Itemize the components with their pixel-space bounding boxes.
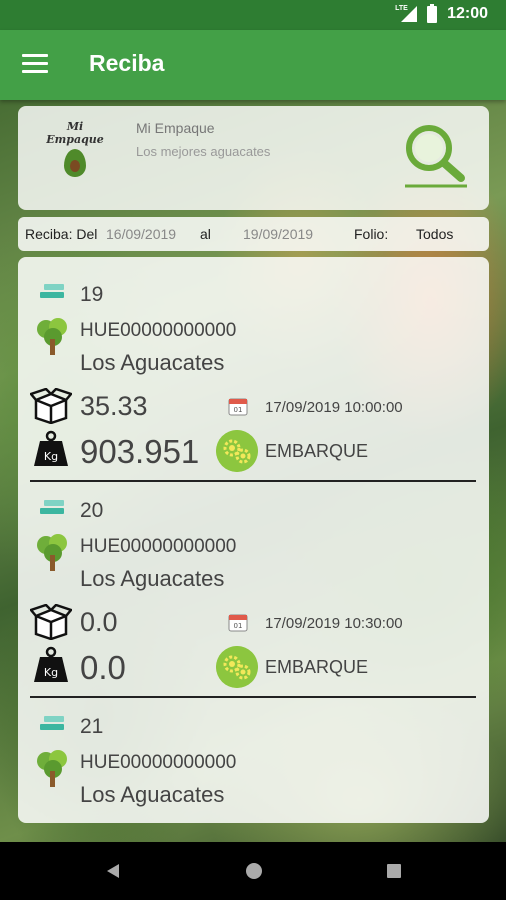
system-navigation-bar: [0, 842, 506, 900]
filter-al-label: al: [200, 226, 211, 242]
tree-icon: [37, 750, 67, 787]
back-icon[interactable]: [107, 864, 119, 878]
folio-number: 19: [80, 283, 104, 306]
recent-apps-icon[interactable]: [387, 864, 401, 878]
company-header-card: Mi Empaque Mi Empaque Los mejores aguaca…: [18, 106, 489, 210]
weight-kg-icon: Kg: [34, 646, 68, 682]
weight-value: 0.0: [80, 649, 126, 686]
divider: [30, 480, 476, 482]
box-icon: [30, 604, 72, 640]
hamburger-menu-icon[interactable]: [22, 54, 48, 74]
magnifier-icon[interactable]: [401, 120, 471, 190]
calendar-icon: 01: [228, 398, 248, 416]
calendar-icon: 01: [228, 614, 248, 632]
producer-code: HUE00000000000: [80, 536, 237, 557]
divider: [30, 696, 476, 698]
orchard-name: Los Aguacates: [80, 566, 225, 591]
avocado-icon: [64, 149, 86, 177]
company-slogan: Los mejores aguacates: [136, 144, 271, 159]
reception-datetime: 17/09/2019 10:30:00: [265, 615, 403, 632]
status-label: EMBARQUE: [265, 657, 369, 677]
gears-icon[interactable]: [216, 646, 258, 688]
stack-icon: [40, 284, 66, 306]
gears-icon[interactable]: [216, 430, 258, 472]
filter-label: Reciba: Del: [25, 226, 98, 242]
box-count: 0.0: [80, 607, 118, 637]
box-icon: [30, 388, 72, 424]
folio-label: Folio:: [354, 226, 389, 242]
kg-label: Kg: [44, 450, 58, 463]
folio-select[interactable]: Todos: [416, 226, 453, 242]
home-icon[interactable]: [246, 863, 262, 879]
status-bar: LTE 12:00: [0, 0, 506, 30]
logo-text-line-1: Mi: [66, 120, 84, 133]
kg-label: Kg: [44, 666, 58, 679]
svg-text:01: 01: [234, 622, 243, 630]
date-to-field[interactable]: 19/09/2019: [243, 226, 313, 242]
app-title: Reciba: [89, 50, 165, 76]
date-from-field[interactable]: 16/09/2019: [106, 226, 176, 242]
clock: 12:00: [447, 5, 488, 22]
reception-datetime: 17/09/2019 10:00:00: [265, 399, 403, 416]
logo-text-line-2: Empaque: [46, 133, 104, 146]
producer-code: HUE00000000000: [80, 320, 237, 341]
tree-icon: [37, 318, 67, 355]
date-filter-bar: Reciba: Del 16/09/2019 al 19/09/2019 Fol…: [18, 217, 489, 251]
company-logo: Mi Empaque: [40, 120, 110, 198]
folio-number: 21: [80, 715, 104, 738]
lte-signal-icon: LTE: [395, 5, 418, 23]
svg-text:01: 01: [234, 406, 243, 414]
tree-icon: [37, 534, 67, 571]
producer-code: HUE00000000000: [80, 752, 237, 773]
stack-icon: [40, 716, 66, 738]
stack-icon: [40, 500, 66, 522]
folio-number: 20: [80, 499, 104, 522]
status-label: EMBARQUE: [265, 441, 369, 461]
orchard-name: Los Aguacates: [80, 782, 225, 807]
weight-kg-icon: Kg: [34, 430, 68, 466]
app-bar: Reciba: [0, 30, 506, 100]
orchard-name: Los Aguacates: [80, 350, 225, 375]
weight-value: 903.951: [80, 433, 200, 470]
reception-list: 19 HUE00000000000 Los Aguacates 35.33 01…: [18, 257, 489, 823]
company-name: Mi Empaque: [136, 120, 215, 136]
battery-icon: [427, 3, 438, 23]
box-count: 35.33: [80, 391, 148, 421]
